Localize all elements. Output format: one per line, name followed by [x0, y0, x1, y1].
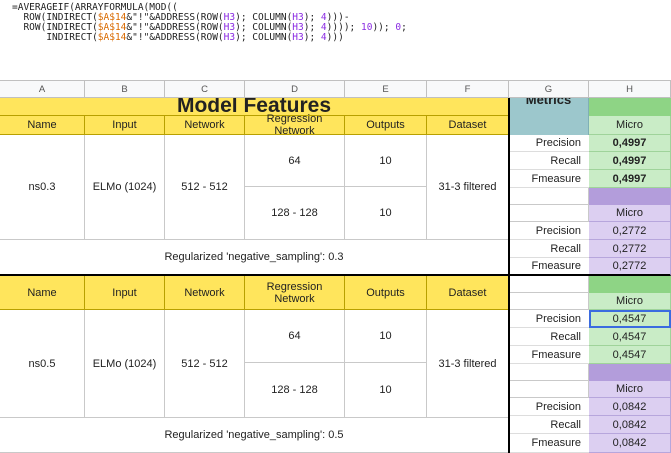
purple-label-cell[interactable]: Micro — [589, 205, 671, 222]
metric-label-recall[interactable]: Recall — [509, 152, 589, 170]
header-network[interactable]: Network — [165, 116, 245, 135]
column-header-e[interactable]: E — [345, 81, 427, 98]
network-cell[interactable]: 512 - 512 — [165, 135, 245, 240]
metric-value-recall[interactable]: 0,0842 — [589, 416, 671, 434]
metric-value-precision-selected[interactable]: 0,4547 — [589, 310, 671, 328]
metric-label-precision[interactable]: Precision — [509, 398, 589, 416]
header-regression-network[interactable]: Regression Network — [245, 276, 345, 310]
metrics-title: Metrics — [525, 98, 572, 107]
note-cell[interactable]: Regularized 'negative_sampling': 0.5 — [0, 418, 509, 453]
green-band[interactable] — [589, 98, 671, 116]
dataset-cell[interactable]: 31-3 filtered — [427, 310, 509, 418]
column-header-b[interactable]: B — [85, 81, 165, 98]
regression-cell[interactable]: 64 — [245, 135, 345, 187]
metric-label-precision[interactable]: Precision — [509, 135, 589, 152]
green-band[interactable] — [589, 276, 671, 293]
purple-band[interactable] — [589, 364, 671, 381]
metric-label-fmeasure[interactable]: Fmeasure — [509, 346, 589, 364]
header-input[interactable]: Input — [85, 276, 165, 310]
metric-label-recall[interactable]: Recall — [509, 240, 589, 258]
empty-cell[interactable] — [509, 364, 589, 381]
metric-value-precision[interactable]: 0,0842 — [589, 398, 671, 416]
metric-label-precision[interactable]: Precision — [509, 310, 589, 328]
empty-cell[interactable] — [509, 293, 589, 310]
metric-value-recall[interactable]: 0,2772 — [589, 240, 671, 258]
column-header-h[interactable]: H — [589, 81, 671, 98]
name-cell[interactable]: ns0.3 — [0, 135, 85, 240]
regression-cell[interactable]: 64 — [245, 310, 345, 363]
outputs-cell[interactable]: 10 — [345, 310, 427, 363]
input-cell[interactable]: ELMo (1024) — [85, 135, 165, 240]
column-header-a[interactable]: A — [0, 81, 85, 98]
metric-label-recall[interactable]: Recall — [509, 416, 589, 434]
purple-band[interactable] — [589, 188, 671, 205]
header-regression-network[interactable]: Regression Network — [245, 113, 345, 137]
header-name[interactable]: Name — [0, 116, 85, 135]
column-header-f[interactable]: F — [427, 81, 509, 98]
metric-value-fmeasure[interactable]: 0,2772 — [589, 258, 671, 276]
header-dataset[interactable]: Dataset — [427, 116, 509, 135]
header-outputs[interactable]: Outputs — [345, 276, 427, 310]
purple-label-cell[interactable]: Micro — [589, 381, 671, 398]
metric-value-fmeasure[interactable]: 0,4997 — [589, 170, 671, 188]
header-name[interactable]: Name — [0, 276, 85, 310]
metrics-divider — [508, 98, 510, 453]
column-header-row: A B C D E F G H — [0, 80, 671, 98]
column-header-c[interactable]: C — [165, 81, 245, 98]
outputs-cell[interactable]: 10 — [345, 135, 427, 187]
metrics-title-cell[interactable]: Metrics — [509, 98, 589, 135]
metric-label-recall[interactable]: Recall — [509, 328, 589, 346]
header-outputs[interactable]: Outputs — [345, 116, 427, 135]
metric-value-fmeasure[interactable]: 0,0842 — [589, 434, 671, 453]
empty-cell[interactable] — [509, 276, 589, 293]
empty-cell[interactable] — [509, 381, 589, 398]
metric-label-fmeasure[interactable]: Fmeasure — [509, 170, 589, 188]
header-input[interactable]: Input — [85, 116, 165, 135]
network-cell[interactable]: 512 - 512 — [165, 310, 245, 418]
metric-value-precision[interactable]: 0,4997 — [589, 135, 671, 152]
column-header-d[interactable]: D — [245, 81, 345, 98]
regression-cell[interactable]: 128 - 128 — [245, 363, 345, 418]
metric-value-precision[interactable]: 0,2772 — [589, 222, 671, 240]
outputs-cell[interactable]: 10 — [345, 187, 427, 240]
outputs-cell[interactable]: 10 — [345, 363, 427, 418]
empty-cell[interactable] — [509, 205, 589, 222]
input-cell[interactable]: ELMo (1024) — [85, 310, 165, 418]
metric-label-fmeasure[interactable]: Fmeasure — [509, 434, 589, 453]
metric-label-precision[interactable]: Precision — [509, 222, 589, 240]
metric-value-recall[interactable]: 0,4547 — [589, 328, 671, 346]
metric-value-recall[interactable]: 0,4997 — [589, 152, 671, 170]
formula-line-4: INDIRECT($A$14&"!"&ADDRESS(ROW(H3); COLU… — [12, 32, 344, 43]
dataset-cell[interactable]: 31-3 filtered — [427, 135, 509, 240]
note-cell[interactable]: Regularized 'negative_sampling': 0.3 — [0, 240, 509, 275]
name-cell[interactable]: ns0.5 — [0, 310, 85, 418]
regression-cell[interactable]: 128 - 128 — [245, 187, 345, 240]
metric-label-fmeasure[interactable]: Fmeasure — [509, 258, 589, 276]
green-label-cell[interactable]: Micro — [589, 116, 671, 135]
header-network[interactable]: Network — [165, 276, 245, 310]
formula-bar[interactable]: =AVERAGEIF(ARRAYFORMULA(MOD(( ROW(INDIRE… — [0, 0, 671, 80]
empty-cell[interactable] — [509, 188, 589, 205]
header-dataset[interactable]: Dataset — [427, 276, 509, 310]
green-label-cell[interactable]: Micro — [589, 293, 671, 310]
metric-value-fmeasure[interactable]: 0,4547 — [589, 346, 671, 364]
column-header-g[interactable]: G — [509, 81, 589, 98]
